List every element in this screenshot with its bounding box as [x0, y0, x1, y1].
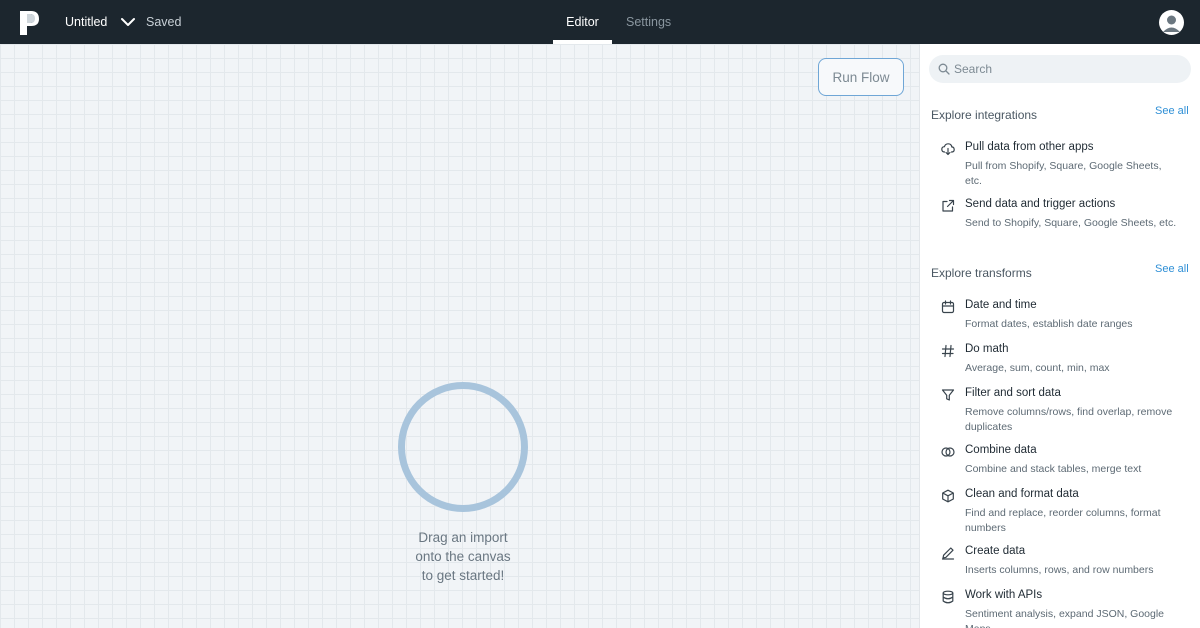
canvas-hint-line: onto the canvas	[415, 549, 511, 564]
list-item-title: Send data and trigger actions	[965, 198, 1116, 210]
search-icon	[938, 63, 950, 75]
tab-settings[interactable]: Settings	[626, 15, 671, 29]
list-item-work-apis[interactable]: Work with APIs Sentiment analysis, expan…	[931, 589, 1191, 628]
list-item-title: Create data	[965, 545, 1026, 557]
canvas-hint-line: Drag an import	[418, 530, 508, 545]
list-item-title: Clean and format data	[965, 488, 1079, 500]
list-item-description: Send to Shopify, Square, Google Sheets, …	[965, 217, 1177, 229]
database-icon	[942, 590, 954, 604]
list-item-description: Format dates, establish date ranges	[965, 318, 1133, 330]
search-box[interactable]	[929, 55, 1191, 83]
loading-ring	[398, 382, 528, 512]
search-input[interactable]	[954, 60, 1174, 78]
transforms-heading: Explore transforms	[931, 266, 1032, 280]
canvas-hint: Drag an import onto the canvas to get st…	[363, 528, 563, 585]
calendar-icon	[941, 300, 955, 314]
list-item-description: Pull from Shopify, Square, Google Sheets…	[965, 160, 1162, 187]
sidebar: Explore integrations See all Pull data f…	[919, 44, 1200, 628]
list-item-description: Inserts columns, rows, and row numbers	[965, 564, 1154, 576]
cube-icon	[942, 489, 954, 503]
canvas-hint-line: to get started!	[421, 568, 505, 583]
list-item-description: Remove columns/rows, find overlap, remov…	[965, 406, 1173, 433]
list-item-title: Combine data	[965, 444, 1037, 456]
list-item-create-data[interactable]: Create data Inserts columns, rows, and r…	[931, 545, 1191, 579]
list-item-description: Combine and stack tables, merge text	[965, 463, 1142, 475]
integrations-heading: Explore integrations	[931, 108, 1038, 122]
cloud-download-icon	[941, 143, 955, 156]
run-flow-button[interactable]: Run Flow	[818, 58, 904, 96]
list-item-description: Sentiment analysis, expand JSON, Google …	[965, 608, 1165, 628]
tab-editor[interactable]: Editor	[553, 15, 612, 29]
list-item-description: Find and replace, reorder columns, forma…	[965, 507, 1161, 534]
user-icon	[1163, 15, 1180, 32]
avatar[interactable]	[1159, 10, 1184, 35]
filter-icon	[941, 389, 955, 401]
list-item-title: Do math	[965, 343, 1009, 355]
list-item-title: Date and time	[965, 299, 1037, 311]
list-item-title: Pull data from other apps	[965, 141, 1094, 153]
list-item-do-math[interactable]: Do math Average, sum, count, min, max	[931, 343, 1191, 377]
list-item-description: Average, sum, count, min, max	[965, 362, 1110, 374]
transforms-see-all-link[interactable]: See all	[1155, 263, 1189, 275]
save-status: Saved	[146, 15, 182, 29]
list-item-date-time[interactable]: Date and time Format dates, establish da…	[931, 299, 1191, 333]
hash-icon	[941, 344, 955, 358]
list-item-filter-sort[interactable]: Filter and sort data Remove columns/rows…	[931, 387, 1191, 435]
list-item-pull-data[interactable]: Pull data from other apps Pull from Shop…	[931, 141, 1191, 189]
list-item-title: Work with APIs	[965, 589, 1043, 601]
document-title[interactable]: Untitled	[65, 15, 107, 29]
top-bar: Untitled Saved Editor Settings	[0, 0, 1200, 44]
external-link-icon	[942, 199, 955, 212]
list-item-send-data[interactable]: Send data and trigger actions Send to Sh…	[931, 198, 1191, 246]
chevron-down-icon[interactable]	[120, 15, 136, 29]
list-item-title: Filter and sort data	[965, 387, 1061, 399]
list-item-clean-format[interactable]: Clean and format data Find and replace, …	[931, 488, 1191, 536]
combine-icon	[941, 447, 955, 457]
integrations-see-all-link[interactable]: See all	[1155, 105, 1189, 117]
flow-canvas[interactable]: Run Flow Drag an import onto the canvas …	[0, 44, 919, 628]
app-logo-icon[interactable]	[20, 11, 40, 35]
pencil-icon	[941, 547, 955, 560]
list-item-combine-data[interactable]: Combine data Combine and stack tables, m…	[931, 444, 1191, 478]
